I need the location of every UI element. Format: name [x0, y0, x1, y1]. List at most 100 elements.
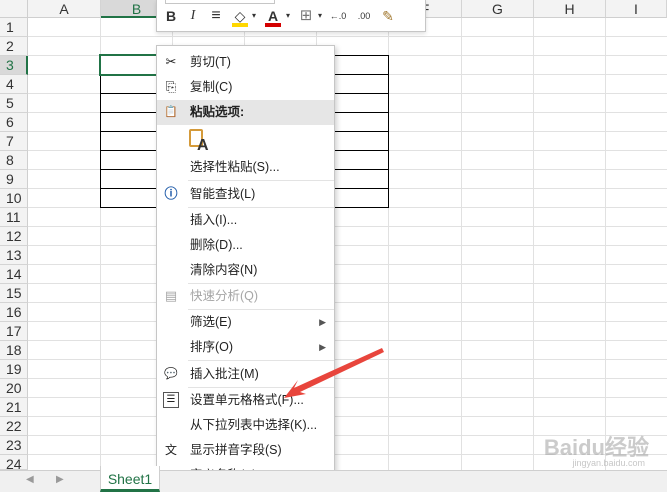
paste-values-letter: A [197, 137, 209, 154]
annotation-arrow-icon [284, 348, 384, 398]
menu-item-clear-contents[interactable]: 清除内容(N) [157, 258, 334, 283]
paint-bucket-icon: ◇ [234, 8, 246, 24]
row-header-10[interactable]: 10 [0, 189, 28, 208]
fill-color-swatch [232, 23, 248, 27]
row-header-14[interactable]: 14 [0, 265, 28, 284]
menu-item-label: 剪切(T) [190, 55, 231, 69]
menu-item-insert[interactable]: 插入(I)... [157, 208, 334, 233]
decrease-decimal-button[interactable]: .00 [353, 6, 375, 26]
menu-item-label: 插入批注(M) [190, 367, 259, 381]
context-menu: ✂ 剪切(T) ⎘ 复制(C) 📋 粘贴选项: A 选择性粘贴(S)... ⓘ … [156, 45, 335, 487]
insert-comment-icon: 💬 [164, 368, 178, 380]
sheet-nav-next-icon[interactable]: ▶ [56, 474, 64, 485]
row-header-9[interactable]: 9 [0, 170, 28, 189]
scissors-icon: ✂ [165, 54, 177, 69]
gridline [28, 36, 667, 37]
borders-dropdown-icon[interactable]: ▾ [316, 6, 324, 26]
menu-item-label: 复制(C) [190, 80, 233, 94]
row-header-4[interactable]: 4 [0, 75, 28, 94]
menu-item-pick-from-dropdown[interactable]: 从下拉列表中选择(K)... [157, 413, 334, 438]
row-header-20[interactable]: 20 [0, 379, 28, 398]
menu-item-paste-special[interactable]: 选择性粘贴(S)... [157, 155, 334, 180]
row-header-24[interactable]: 24 [0, 455, 28, 470]
menu-item-label: 选择性粘贴(S)... [190, 160, 280, 174]
gridline [28, 226, 667, 227]
gridline [533, 18, 534, 470]
menu-item-label: 显示拼音字段(S) [190, 443, 282, 457]
column-header-g[interactable]: G [462, 0, 534, 18]
format-painter-button[interactable]: ✎ [379, 6, 397, 26]
menu-item-label: 排序(O) [190, 340, 234, 354]
format-cells-icon: ☰ [163, 392, 179, 408]
menu-item-delete[interactable]: 删除(D)... [157, 233, 334, 258]
gridline [28, 264, 667, 265]
menu-item-cut[interactable]: ✂ 剪切(T) [157, 50, 334, 75]
fill-color-dropdown-icon[interactable]: ▾ [250, 6, 258, 26]
mini-toolbar-font-box[interactable] [165, 0, 275, 4]
row-header-5[interactable]: 5 [0, 94, 28, 113]
row-header-11[interactable]: 11 [0, 208, 28, 227]
row-header-19[interactable]: 19 [0, 360, 28, 379]
sheet-nav-prev-icon[interactable]: ◀ [26, 474, 34, 485]
gridline [605, 18, 606, 470]
copy-icon: ⎘ [165, 79, 177, 94]
menu-item-quick-analysis: ▤ 快速分析(Q) [157, 284, 334, 309]
row-header-8[interactable]: 8 [0, 151, 28, 170]
row-header-3[interactable]: 3 [0, 56, 28, 75]
row-header-2[interactable]: 2 [0, 37, 28, 56]
font-color-dropdown-icon[interactable]: ▾ [284, 6, 292, 26]
gridline [28, 416, 667, 417]
row-header-21[interactable]: 21 [0, 398, 28, 417]
menu-item-filter[interactable]: 筛选(E) ▶ [157, 310, 334, 335]
row-header-1[interactable]: 1 [0, 18, 28, 37]
row-header-13[interactable]: 13 [0, 246, 28, 265]
select-all-corner[interactable] [0, 0, 28, 18]
menu-item-label: 快速分析(Q) [190, 289, 259, 303]
column-header-i[interactable]: I [606, 0, 667, 18]
paste-icon: 📋 [164, 106, 178, 118]
row-header-15[interactable]: 15 [0, 284, 28, 303]
fill-color-button[interactable]: ◇ [231, 6, 249, 27]
gridline [28, 321, 667, 322]
gridline [28, 302, 667, 303]
font-color-icon: A [267, 8, 279, 24]
borders-button[interactable]: ⊞ [297, 6, 315, 26]
menu-item-label: 智能查找(L) [190, 187, 256, 201]
row-header-12[interactable]: 12 [0, 227, 28, 246]
gridline [28, 283, 667, 284]
menu-item-smart-lookup[interactable]: ⓘ 智能查找(L) [157, 182, 334, 207]
align-center-button[interactable]: ≡ [207, 6, 225, 26]
watermark-url: jingyan.baidu.com [572, 458, 645, 468]
submenu-arrow-icon: ▶ [319, 317, 326, 327]
mini-toolbar: B I ≡ ◇ ▾ A ▾ ⊞ ▾ ←.0 .00 ✎ [156, 0, 426, 32]
menu-item-label: 插入(I)... [190, 213, 238, 227]
column-header-a[interactable]: A [28, 0, 101, 18]
row-header-16[interactable]: 16 [0, 303, 28, 322]
phonetic-icon: 文 [164, 443, 177, 457]
row-header-23[interactable]: 23 [0, 436, 28, 455]
gridline [461, 18, 462, 470]
increase-decimal-button[interactable]: ←.0 [327, 6, 349, 26]
menu-item-label: 删除(D)... [190, 238, 243, 252]
font-color-button[interactable]: A [264, 6, 282, 27]
row-header-22[interactable]: 22 [0, 417, 28, 436]
gridline [28, 245, 667, 246]
menu-item-label: 粘贴选项: [190, 105, 245, 119]
row-header-18[interactable]: 18 [0, 341, 28, 360]
menu-item-label: 筛选(E) [190, 315, 232, 329]
menu-item-copy[interactable]: ⎘ 复制(C) [157, 75, 334, 100]
font-color-swatch [265, 23, 281, 27]
bold-button[interactable]: B [163, 6, 179, 26]
menu-separator [188, 180, 334, 181]
sheet-tab-sheet1[interactable]: Sheet1 [100, 466, 160, 492]
row-header-17[interactable]: 17 [0, 322, 28, 341]
menu-item-show-phonetic[interactable]: 文 显示拼音字段(S) [157, 438, 334, 463]
column-header-h[interactable]: H [534, 0, 606, 18]
row-header-6[interactable]: 6 [0, 113, 28, 132]
menu-item-label: 从下拉列表中选择(K)... [190, 418, 318, 432]
menu-header-paste-options: 📋 粘贴选项: [157, 100, 334, 125]
paste-values-button[interactable]: A [187, 127, 211, 157]
row-header-7[interactable]: 7 [0, 132, 28, 151]
italic-button[interactable]: I [185, 6, 201, 26]
smart-lookup-icon: ⓘ [164, 186, 178, 201]
